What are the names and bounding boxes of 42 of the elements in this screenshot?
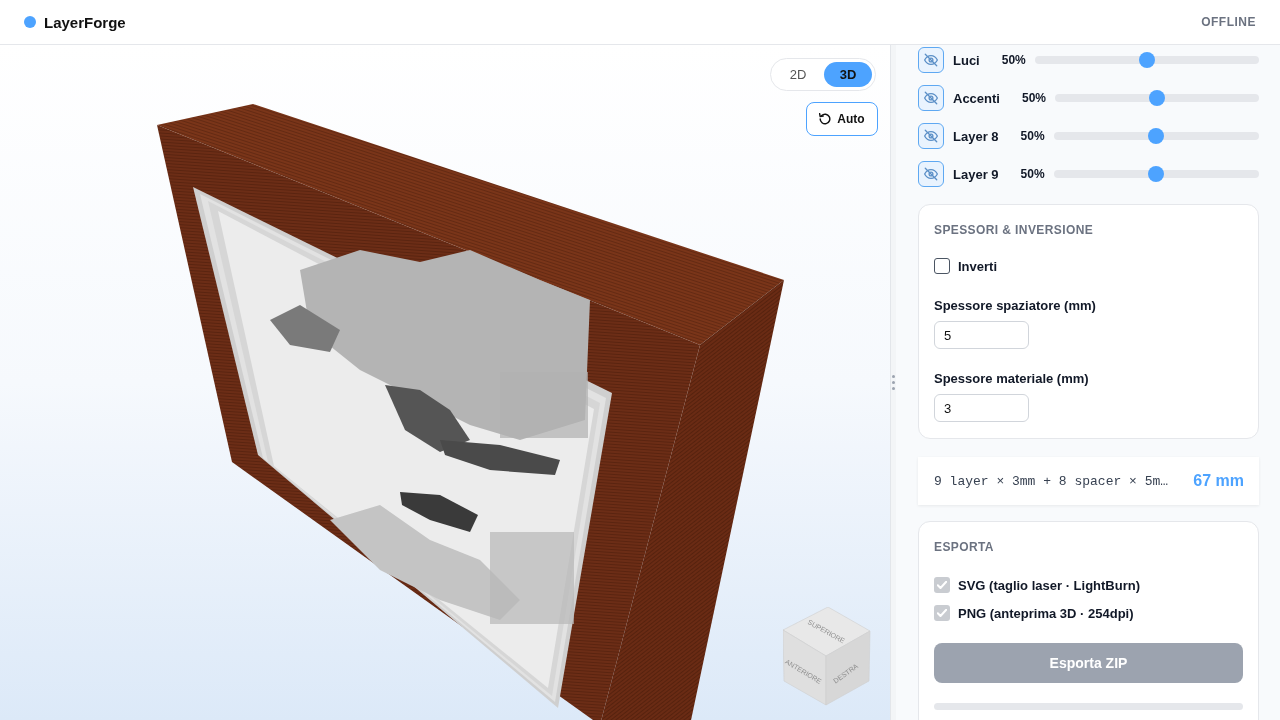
checkbox-label: SVG (taglio laser · LightBurn) <box>958 577 1140 593</box>
opacity-value: 50% <box>1001 53 1026 67</box>
connection-status: OFFLINE <box>1201 15 1256 29</box>
section-title: ESPORTA <box>934 539 995 555</box>
eye-off-icon <box>924 53 938 67</box>
resize-handle[interactable] <box>890 45 896 720</box>
app-title: LayerForge <box>44 13 126 31</box>
layer-name: Accenti <box>953 90 1000 106</box>
section-title: SPESSORI & INVERSIONE <box>934 222 1095 238</box>
visibility-toggle[interactable] <box>918 85 944 111</box>
layer-name: Luci <box>953 52 980 68</box>
eye-off-icon <box>924 91 938 105</box>
slider-thumb[interactable] <box>1148 128 1165 144</box>
opacity-value: 50% <box>1020 129 1045 143</box>
slider-thumb[interactable] <box>1149 90 1165 106</box>
eye-off-icon <box>924 129 938 143</box>
thickness-formula: 9 layer × 3mm + 8 spacer × 5m… <box>934 473 1169 489</box>
opacity-value: 50% <box>1021 91 1046 105</box>
slider-thumb[interactable] <box>1138 52 1155 68</box>
view-mode-tab[interactable]: 3D <box>824 62 872 87</box>
checkbox-label: Inverti <box>958 258 997 274</box>
logo-dot-icon <box>24 16 36 28</box>
total-thickness: 67 mm <box>1193 472 1244 490</box>
visibility-toggle[interactable] <box>918 123 944 149</box>
checkbox[interactable] <box>934 258 950 274</box>
eye-off-icon <box>924 167 938 181</box>
view-mode-tab[interactable]: 2D <box>774 62 822 87</box>
auto-rotate-button[interactable]: Auto <box>806 102 878 136</box>
field-label: Spessore spaziatore (mm) <box>934 297 1097 315</box>
refresh-icon <box>819 113 832 125</box>
tick-icon <box>937 609 947 617</box>
number-field[interactable]: 3 <box>934 394 1029 422</box>
tick-icon <box>937 581 947 589</box>
visibility-toggle[interactable] <box>918 161 944 187</box>
checkbox-label: PNG (anteprima 3D · 254dpi) <box>958 605 1134 621</box>
slider-thumb[interactable] <box>1148 166 1165 182</box>
number-field[interactable]: 5 <box>934 321 1029 349</box>
layer-name: Layer 9 <box>953 166 999 182</box>
field-label: Spessore materiale (mm) <box>934 370 1090 388</box>
visibility-toggle[interactable] <box>918 47 944 73</box>
opacity-value: 50% <box>1020 167 1045 181</box>
layer-name: Layer 8 <box>953 128 999 144</box>
